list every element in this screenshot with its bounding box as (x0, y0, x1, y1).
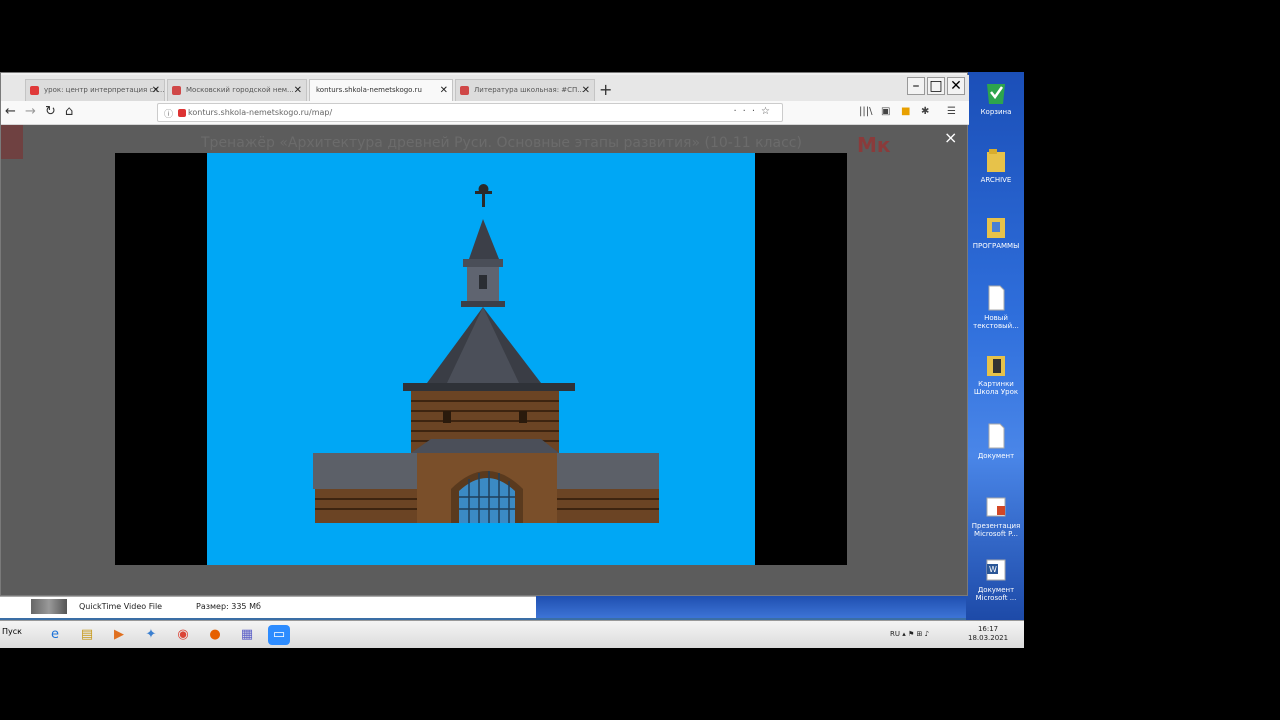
library-icon[interactable]: |||\ (859, 106, 872, 117)
tab-label: konturs.shkola-nemetskogo.ru (316, 86, 422, 94)
browser-tab-active[interactable]: konturs.shkola-nemetskogo.ru ✕ (309, 79, 453, 101)
browser-tab[interactable]: Литература школьная: #СП... ✕ (455, 79, 595, 101)
file-size: Размер: 335 Мб (196, 602, 261, 611)
site-favicon-icon (178, 109, 186, 117)
desktop-icon-label: ARCHIVE (980, 176, 1012, 184)
desktop-icon-presentation[interactable]: Презентация Microsoft P... (970, 492, 1022, 538)
desktop-icon-label: Документ Microsoft ... (975, 586, 1017, 602)
tab-favicon-icon (172, 86, 181, 95)
tab-label: Литература школьная: #СП... (474, 86, 584, 94)
desktop-icon-pictures[interactable]: Картинки Школа Урок (970, 350, 1022, 396)
zoom-icon[interactable]: ▭ (268, 625, 290, 645)
clock-date: 18.03.2021 (968, 634, 1009, 642)
desktop-icon-text-doc[interactable]: Новый текстовый... (970, 284, 1022, 330)
page-title: Тренажёр «Архитектура древней Руси. Осно… (201, 135, 802, 151)
tab-close-icon[interactable]: ✕ (152, 85, 160, 96)
desktop-icon-label: Корзина (980, 108, 1012, 116)
details-pane-fill (536, 596, 966, 618)
desktop-icon-recycle-bin[interactable]: Корзина (970, 78, 1022, 116)
home-icon[interactable]: ⌂ (65, 104, 73, 119)
language-indicator[interactable]: RU (890, 630, 900, 638)
desktop-icon-label: Документ (977, 452, 1015, 460)
tab-label: урок: центр интерпретация сл... (44, 86, 165, 94)
page-logo-left (1, 125, 23, 159)
page-content: Тренажёр «Архитектура древней Руси. Осно… (1, 125, 967, 595)
menu-icon[interactable]: ☰ (947, 106, 956, 117)
tab-label: Московский городской нем... (186, 86, 294, 94)
address-bar[interactable]: ⓘ konturs.shkola-nemetskogo.ru/map/ ···☆ (157, 103, 783, 122)
maximize-button[interactable]: □ (927, 77, 945, 95)
minimize-button[interactable]: – (907, 77, 925, 95)
clock[interactable]: 16:17 18.03.2021 (968, 625, 1008, 643)
file-type: QuickTime Video File (79, 602, 163, 611)
browser-tab[interactable]: Московский городской нем... ✕ (167, 79, 307, 101)
site-logo: Мк (857, 133, 891, 157)
taskbar: Пуск e ▤ ▶ ✦ ◉ ● ▦ ▭ RU ▴ ⚑ ⊞ ♪ 16:17 18… (0, 620, 1024, 648)
folder-icon (987, 356, 1005, 376)
clock-time: 16:17 (977, 625, 999, 633)
desktop-icon-label: Картинки Школа Урок (973, 380, 1019, 396)
close-button[interactable]: ✕ (947, 77, 965, 95)
url-text: konturs.shkola-nemetskogo.ru/map/ (188, 108, 333, 117)
tab-close-icon[interactable]: ✕ (582, 85, 590, 96)
folder-icon (987, 149, 1005, 172)
desktop-icon-word-doc[interactable]: W Документ Microsoft ... (970, 556, 1022, 602)
info-icon[interactable]: ⓘ (164, 107, 173, 120)
internet-explorer-icon[interactable]: e (44, 625, 66, 645)
new-tab-button[interactable]: + (599, 80, 612, 99)
tab-bar: урок: центр интерпретация сл... ✕ Москов… (1, 75, 969, 101)
forward-icon[interactable]: → (25, 104, 36, 119)
media-player-icon[interactable]: ▶ (108, 625, 130, 645)
browser-tab[interactable]: урок: центр интерпретация сл... ✕ (25, 79, 165, 101)
back-icon[interactable]: ← (5, 104, 16, 119)
start-button[interactable]: Пуск (2, 627, 22, 636)
tab-favicon-icon (30, 86, 39, 95)
desktop-icon-label: Презентация Microsoft P... (971, 522, 1021, 538)
document-icon (988, 285, 1005, 311)
recycle-bin-icon (987, 84, 1005, 104)
tab-close-icon[interactable]: ✕ (440, 85, 448, 96)
desktop-icon-programs[interactable]: ПРОГРАММЫ (970, 212, 1022, 250)
video-thumbnail (31, 599, 67, 614)
page-actions-icon[interactable]: ···☆ (733, 106, 776, 117)
teams-icon[interactable]: ▦ (236, 625, 258, 645)
navigation-bar: ← → ↻ ⌂ ⓘ konturs.shkola-nemetskogo.ru/m… (1, 101, 969, 125)
browser-window: урок: центр интерпретация сл... ✕ Москов… (0, 72, 969, 596)
reload-icon[interactable]: ↻ (45, 104, 56, 119)
word-icon: W (986, 559, 1006, 581)
file-explorer-icon[interactable]: ▤ (76, 625, 98, 645)
svg-text:W: W (989, 565, 997, 574)
firefox-icon[interactable]: ● (204, 625, 226, 645)
desktop-icon-archive[interactable]: ARCHIVE (970, 146, 1022, 184)
desktop-icon-document[interactable]: Документ (970, 422, 1022, 460)
folder-icon (987, 218, 1005, 238)
powerpoint-icon (986, 497, 1006, 517)
explorer-details-pane: QuickTime Video File Размер: 335 Мб (0, 596, 536, 618)
network-icon[interactable]: ✦ (140, 625, 162, 645)
tab-favicon-icon (460, 86, 469, 95)
extension-icon[interactable]: ✱ (921, 106, 929, 117)
system-tray: RU ▴ ⚑ ⊞ ♪ (890, 630, 929, 638)
desktop-icon-label: ПРОГРАММЫ (972, 242, 1020, 250)
desktop-icon-label: Новый текстовый... (973, 314, 1019, 330)
chrome-icon[interactable]: ◉ (172, 625, 194, 645)
tray-icons[interactable]: ▴ ⚑ ⊞ ♪ (902, 630, 929, 638)
tab-close-icon[interactable]: ✕ (294, 85, 302, 96)
document-icon (988, 423, 1005, 449)
lightbox-viewer (115, 153, 847, 565)
sidebar-icon[interactable]: ▣ (881, 106, 890, 117)
lightbox-close-button[interactable]: × (944, 128, 957, 147)
slide-image (207, 153, 755, 565)
wooden-tower-gate-icon (313, 184, 659, 523)
extension-icon[interactable]: ■ (901, 106, 910, 117)
screen: Корзина ARCHIVE ПРОГРАММЫ Новый текстовы… (0, 72, 1024, 648)
